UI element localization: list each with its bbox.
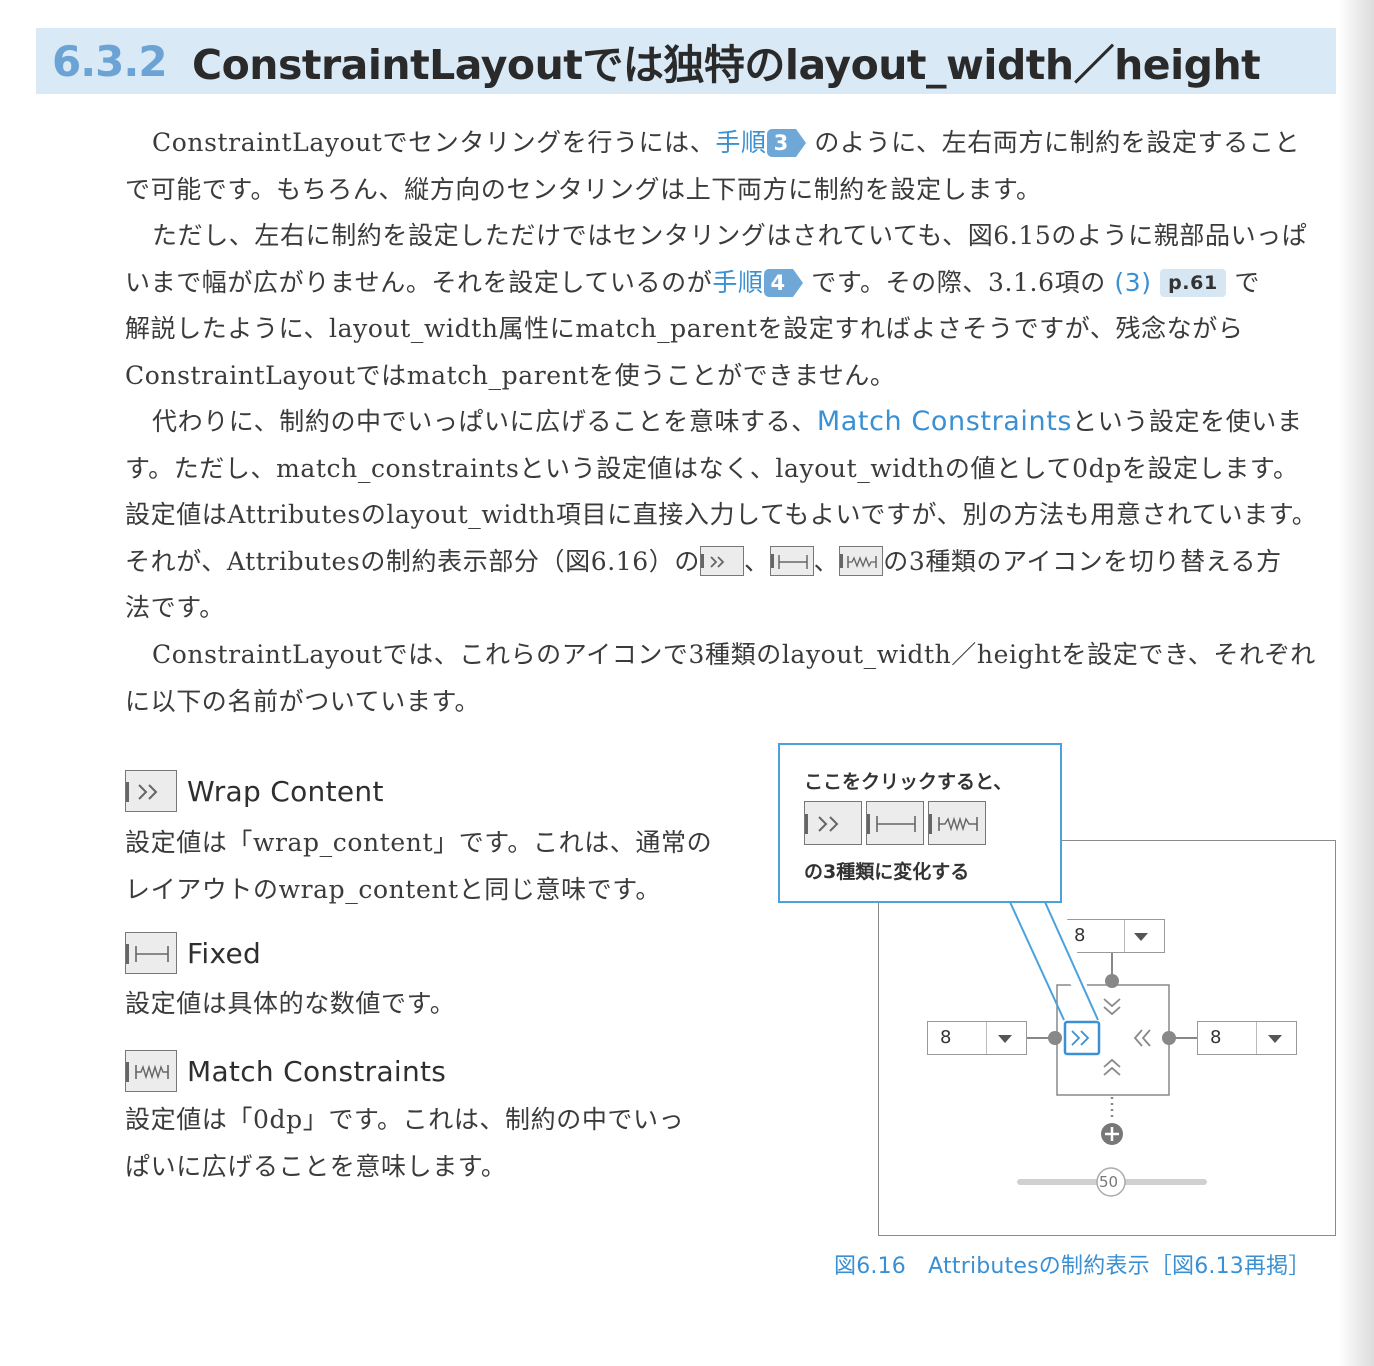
match-constraints-icon bbox=[928, 801, 986, 845]
fixed-icon bbox=[125, 932, 177, 974]
text-line: ぱいに広げることを意味します。 bbox=[125, 1151, 507, 1181]
page-reference-badge: p.61 bbox=[1160, 268, 1226, 297]
section-heading: 6.3.2 ConstraintLayoutでは独特のlayout_width／… bbox=[36, 28, 1336, 94]
text-run: ConstraintLayoutでセンタリングを行うには、 bbox=[152, 128, 716, 157]
step-number: 3 bbox=[766, 129, 796, 157]
text-run: で bbox=[1234, 267, 1260, 297]
text-line: で可能です。もちろん、縦方向のセンタリングは上下両方に制約を設定します。 bbox=[125, 174, 1042, 204]
text-run: のように、左右両方に制約を設定すること bbox=[814, 128, 1301, 157]
text-run: 代わりに、制約の中でいっぱいに広げることを意味する、 bbox=[152, 407, 817, 436]
definition-match-constraints-heading: Match Constraints bbox=[125, 1050, 446, 1092]
paragraph-2: ただし、左右に制約を設定しただけではセンタリングはされていても、図6.15のよう… bbox=[125, 213, 1337, 399]
text-line: ConstraintLayoutでは、これらのアイコンで3種類のlayout_w… bbox=[152, 640, 1316, 669]
bias-value[interactable]: 50 bbox=[1099, 1173, 1118, 1191]
left-margin-value: 8 bbox=[940, 1027, 952, 1048]
definition-fixed-heading: Fixed bbox=[125, 932, 261, 974]
text-line: レイアウトのwrap_contentと同じ意味です。 bbox=[125, 874, 662, 904]
text-line: 設定値は「wrap_content」です。これは、通常の bbox=[125, 828, 713, 857]
paragraph-4: ConstraintLayoutでは、これらのアイコンで3種類のlayout_w… bbox=[125, 632, 1337, 725]
fixed-icon bbox=[769, 545, 814, 576]
text-line: す。ただし、match_constraintsという設定値はなく、layout_… bbox=[125, 453, 1299, 483]
right-margin-value: 8 bbox=[1210, 1027, 1222, 1048]
term-match-constraints: Match Constraints bbox=[816, 406, 1073, 437]
figure-callout: ここをクリックすると、 の3種類に変化する bbox=[778, 743, 1062, 903]
step-badge: 3 bbox=[766, 129, 806, 157]
chevron-down-icon bbox=[1268, 1035, 1282, 1043]
text-line: 設定値は具体的な数値です。 bbox=[125, 989, 456, 1018]
text-line: ただし、左右に制約を設定しただけではセンタリングはされていても、図6.15のよう… bbox=[152, 221, 1308, 250]
text-line: 設定値は「0dp」です。これは、制約の中でいっ bbox=[125, 1105, 685, 1134]
text-line: 設定値はAttributesのlayout_width項目に直接入力してもよいで… bbox=[125, 500, 1318, 529]
definition-wrap-content-heading: Wrap Content bbox=[125, 770, 384, 812]
paragraph-1: ConstraintLayoutでセンタリングを行うには、手順 3 のように、左右… bbox=[125, 120, 1337, 213]
paragraph-3: 代わりに、制約の中でいっぱいに広げることを意味する、Match Constrai… bbox=[125, 399, 1337, 632]
section-number: 6.3.2 bbox=[52, 36, 168, 86]
text-line: 解説したように、layout_width属性にmatch_parentを設定すれ… bbox=[125, 314, 1244, 343]
callout-icons bbox=[804, 801, 986, 845]
definition-wrap-content-body: 設定値は「wrap_content」です。これは、通常の レイアウトのwrap_… bbox=[125, 820, 712, 913]
wrap-content-icon bbox=[700, 545, 744, 576]
text-run: 、 bbox=[744, 546, 770, 576]
top-margin-value: 8 bbox=[1074, 925, 1086, 946]
fixed-icon bbox=[866, 801, 924, 845]
text-line: ConstraintLayoutではmatch_parentを使うことができませ… bbox=[125, 360, 896, 390]
definition-title: Wrap Content bbox=[187, 774, 384, 808]
chevron-down-icon bbox=[1134, 933, 1148, 941]
chevron-down-icon bbox=[998, 1035, 1012, 1043]
step-badge: 4 bbox=[763, 268, 803, 297]
page-edge-shadow bbox=[1338, 0, 1374, 1366]
definition-match-constraints-body: 設定値は「0dp」です。これは、制約の中でいっ ぱいに広げることを意味します。 bbox=[125, 1097, 684, 1190]
text-line: 法です。 bbox=[125, 593, 225, 622]
definition-fixed-body: 設定値は具体的な数値です。 bbox=[125, 981, 455, 1028]
wrap-content-icon bbox=[125, 770, 177, 812]
right-margin-dropdown[interactable]: 8 bbox=[1197, 1021, 1297, 1055]
text-run: いまで幅が広がりません。それを設定しているのが bbox=[125, 267, 713, 297]
step-number: 4 bbox=[763, 268, 793, 297]
match-constraints-icon bbox=[839, 545, 884, 576]
step-label: 手順 bbox=[712, 267, 764, 297]
text-run: です。その際、3.1.6項の bbox=[811, 267, 1106, 297]
top-margin-dropdown[interactable]: 8 bbox=[1061, 919, 1165, 953]
text-run: の3種類のアイコンを切り替える方 bbox=[883, 546, 1282, 576]
text-run: という設定を使いま bbox=[1072, 407, 1303, 436]
left-margin-dropdown[interactable]: 8 bbox=[927, 1021, 1027, 1055]
figure-caption: 図6.16 Attributesの制約表示［図6.13再掲］ bbox=[834, 1254, 1311, 1279]
text-run: それが、Attributesの制約表示部分（図6.16）の bbox=[125, 546, 700, 576]
section-title: ConstraintLayoutでは独特のlayout_width／height bbox=[192, 41, 1261, 89]
match-constraints-icon bbox=[125, 1050, 177, 1092]
callout-text-top: ここをクリックすると、 bbox=[804, 771, 1013, 793]
section-reference: (3) bbox=[1114, 267, 1152, 297]
text-line: に以下の名前がついています。 bbox=[125, 686, 481, 716]
definition-title: Match Constraints bbox=[187, 1054, 447, 1088]
definition-title: Fixed bbox=[187, 936, 262, 970]
wrap-content-icon bbox=[804, 801, 862, 845]
step-label: 手順 bbox=[715, 128, 767, 157]
text-run: 、 bbox=[813, 546, 840, 576]
callout-text-bottom: の3種類に変化する bbox=[804, 861, 970, 883]
